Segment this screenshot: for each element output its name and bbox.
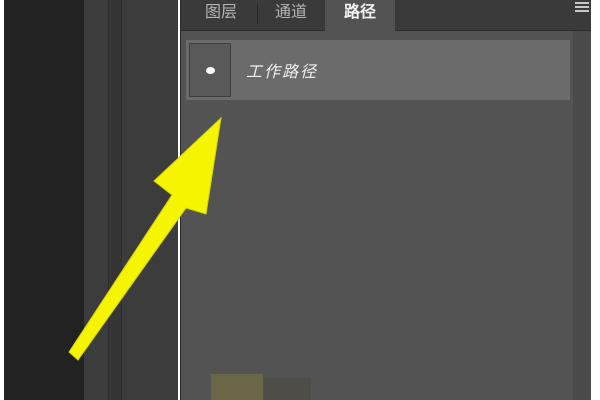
hamburger-menu-icon[interactable] bbox=[575, 2, 589, 14]
color-swatch-dark bbox=[263, 378, 311, 400]
document-area bbox=[4, 0, 84, 400]
screen: 图层 通道 路径 工作路径 bbox=[0, 0, 600, 400]
tab-paths[interactable]: 路径 bbox=[325, 0, 395, 31]
path-item-label: 工作路径 bbox=[246, 62, 319, 81]
path-dot-icon bbox=[206, 67, 215, 74]
tab-layers[interactable]: 图层 bbox=[185, 0, 257, 30]
panel-tabbar: 图层 通道 路径 bbox=[181, 0, 591, 31]
paths-panel: 图层 通道 路径 工作路径 bbox=[180, 0, 591, 400]
path-list-item[interactable]: 工作路径 bbox=[186, 40, 570, 100]
path-thumbnail-icon bbox=[189, 43, 231, 97]
color-swatch bbox=[211, 374, 263, 400]
dock-strip bbox=[108, 0, 122, 400]
panel-dock bbox=[84, 0, 178, 400]
tab-channels[interactable]: 通道 bbox=[257, 0, 325, 30]
panel-scroll-edge bbox=[573, 31, 591, 400]
